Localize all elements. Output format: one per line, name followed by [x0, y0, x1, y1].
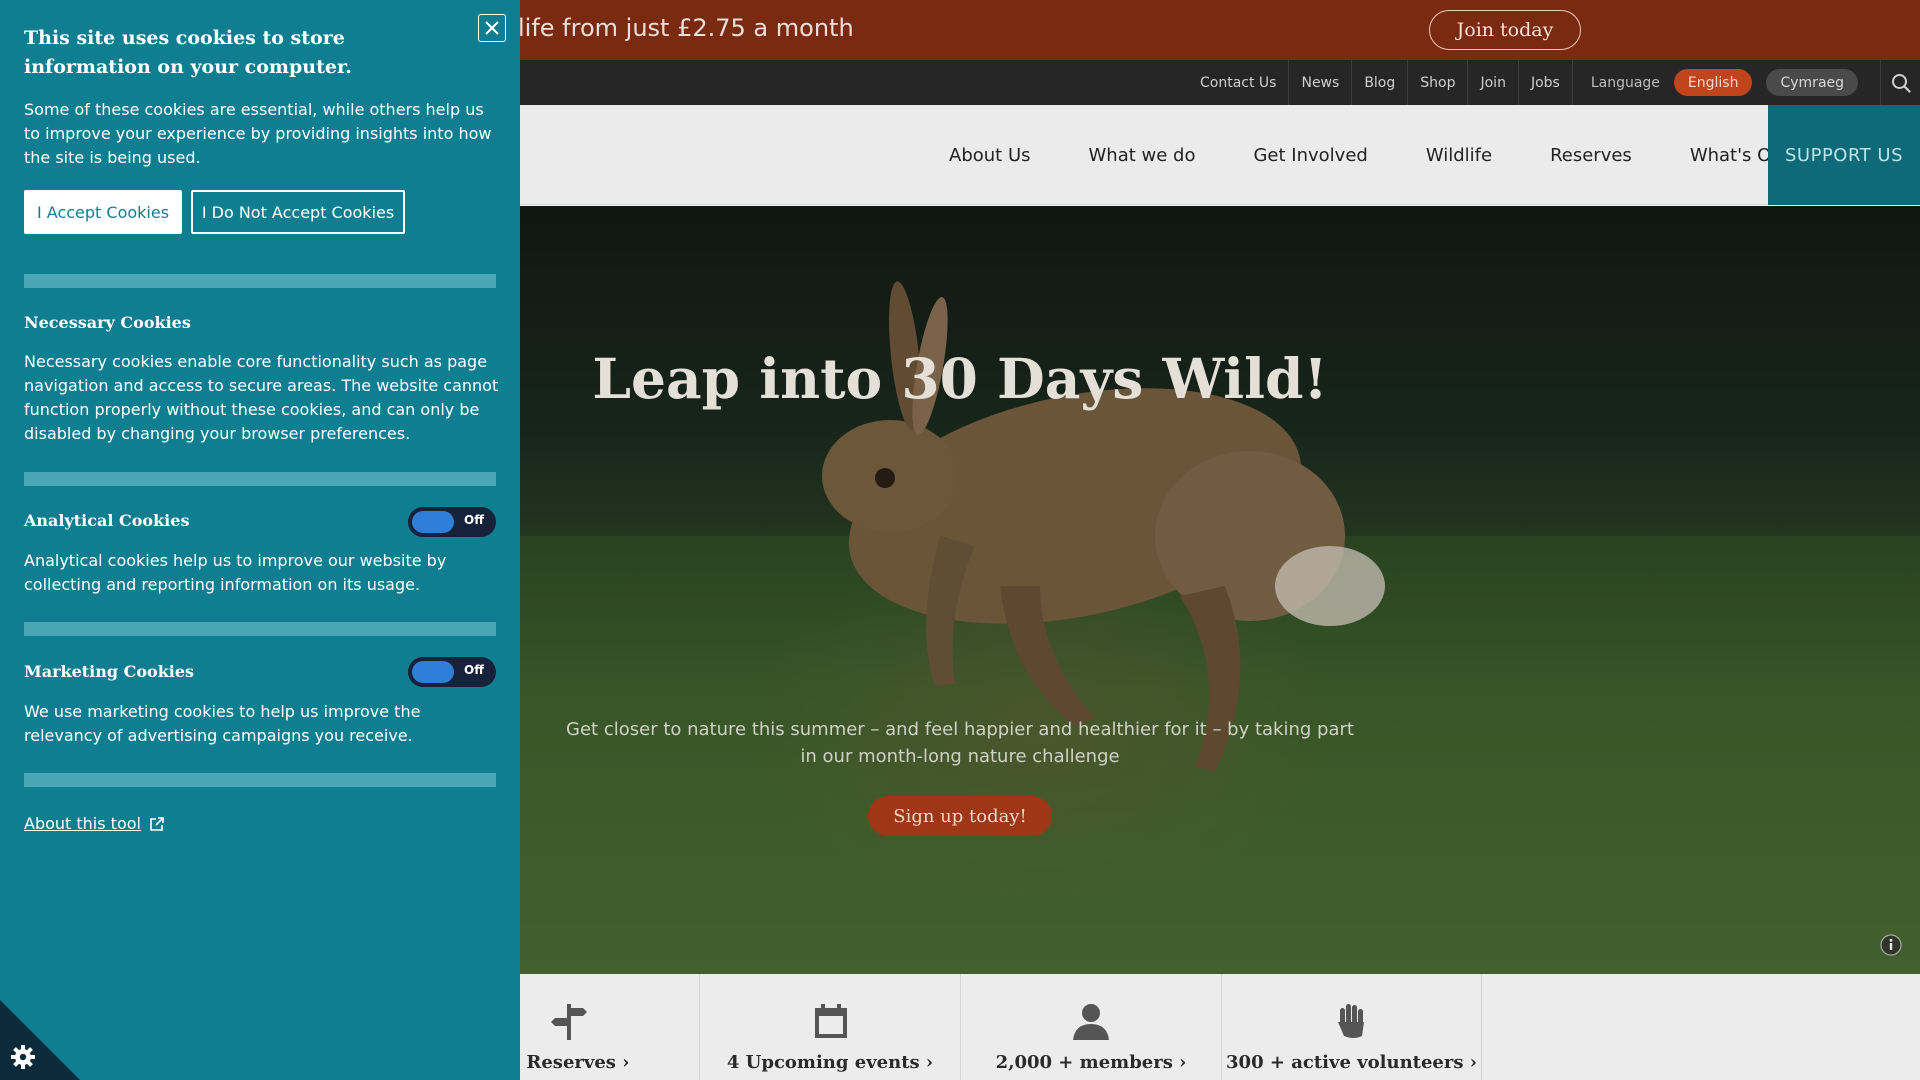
- cookie-intro: Some of these cookies are essential, whi…: [24, 100, 492, 167]
- nav-reserves[interactable]: Reserves: [1521, 145, 1661, 166]
- nav-wildlife[interactable]: Wildlife: [1397, 145, 1521, 166]
- cookie-consent-panel: This site uses cookies to store informat…: [0, 0, 520, 1080]
- hero-subtitle: Get closer to nature this summer – and f…: [566, 719, 1354, 767]
- language-english-button[interactable]: English: [1673, 69, 1753, 96]
- divider: [24, 472, 496, 486]
- divider: [24, 274, 496, 288]
- nav-get-involved[interactable]: Get Involved: [1224, 145, 1396, 166]
- external-link-icon: [150, 816, 164, 831]
- language-label: Language: [1571, 60, 1674, 105]
- hand-icon: [1338, 1004, 1364, 1038]
- necessary-cookies-title: Necessary Cookies: [24, 313, 191, 332]
- marketing-cookies-toggle[interactable]: Off: [408, 657, 496, 687]
- accept-cookies-button[interactable]: I Accept Cookies: [24, 190, 182, 234]
- divider: [24, 773, 496, 787]
- join-today-button[interactable]: Join today: [1429, 10, 1581, 50]
- news-link[interactable]: News: [1288, 60, 1351, 105]
- support-us-button[interactable]: SUPPORT US: [1768, 105, 1920, 205]
- search-button[interactable]: [1880, 60, 1920, 105]
- stat-members[interactable]: 2,000 + members ›: [961, 974, 1222, 1080]
- analytical-cookies-toggle[interactable]: Off: [408, 507, 496, 537]
- utility-links: Contact Us News Blog Shop Join Jobs Lang…: [1188, 60, 1859, 105]
- contact-us-link[interactable]: Contact Us: [1188, 60, 1288, 105]
- stat-label: 300 + active volunteers ›: [1226, 1052, 1477, 1073]
- analytical-cookies-text: Analytical cookies help us to improve ou…: [24, 551, 447, 594]
- nav-what-we-do[interactable]: What we do: [1060, 145, 1225, 166]
- stat-events[interactable]: 4 Upcoming events ›: [700, 974, 961, 1080]
- toggle-state: Off: [464, 513, 484, 527]
- about-this-tool-label: About this tool: [24, 814, 141, 833]
- about-this-tool-link[interactable]: About this tool: [24, 814, 165, 833]
- join-link[interactable]: Join: [1467, 60, 1517, 105]
- decline-cookies-button[interactable]: I Do Not Accept Cookies: [191, 190, 405, 234]
- nav-items: About Us What we do Get Involved Wildlif…: [920, 105, 1812, 205]
- cookie-title: This site uses cookies to store informat…: [24, 27, 352, 78]
- stat-volunteers[interactable]: 300 + active volunteers ›: [1222, 974, 1482, 1080]
- analytical-cookies-title: Analytical Cookies: [24, 511, 190, 530]
- close-icon: [485, 21, 499, 35]
- necessary-cookies-text: Necessary cookies enable core functional…: [24, 352, 499, 443]
- divider: [24, 622, 496, 636]
- calendar-icon: [815, 1004, 847, 1038]
- blog-link[interactable]: Blog: [1351, 60, 1407, 105]
- info-icon[interactable]: [1880, 934, 1902, 956]
- shop-link[interactable]: Shop: [1407, 60, 1467, 105]
- nav-about-us[interactable]: About Us: [920, 145, 1060, 166]
- stat-label: 4 Upcoming events ›: [726, 1052, 934, 1073]
- signpost-icon: [551, 1004, 587, 1040]
- cookie-settings-button[interactable]: [0, 1000, 80, 1080]
- person-icon: [1073, 1004, 1109, 1040]
- sign-up-button[interactable]: Sign up today!: [868, 796, 1052, 836]
- gear-icon: [11, 1045, 35, 1069]
- close-cookie-button[interactable]: [478, 14, 506, 42]
- language-welsh-button[interactable]: Cymraeg: [1766, 69, 1859, 96]
- hero-title: Leap into 30 Days Wild!: [592, 346, 1328, 411]
- stat-label: 2,000 + members ›: [995, 1052, 1187, 1073]
- toggle-state: Off: [464, 663, 484, 677]
- toggle-knob: [412, 511, 454, 533]
- jobs-link[interactable]: Jobs: [1517, 60, 1572, 105]
- search-icon: [1891, 73, 1911, 93]
- banner-text: life from just £2.75 a month: [518, 14, 854, 42]
- marketing-cookies-text: We use marketing cookies to help us impr…: [24, 702, 421, 745]
- marketing-cookies-title: Marketing Cookies: [24, 662, 195, 681]
- toggle-knob: [412, 661, 454, 683]
